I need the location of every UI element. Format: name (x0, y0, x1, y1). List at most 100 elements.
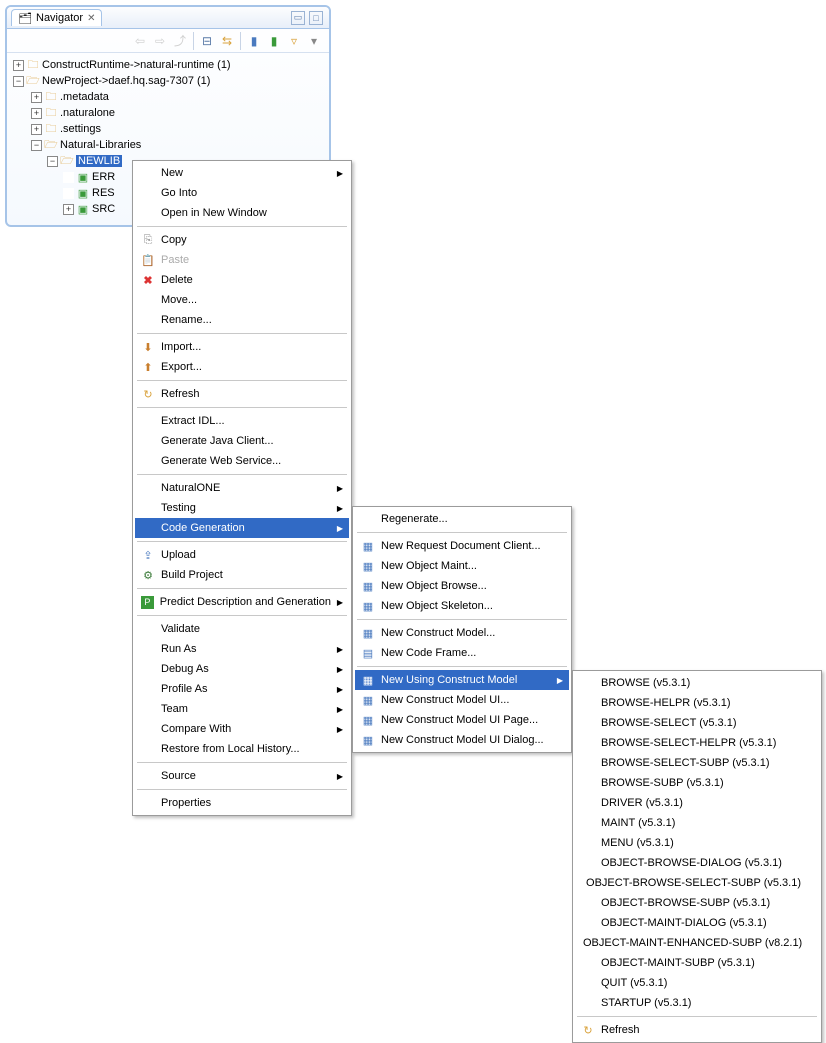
menu-regenerate[interactable]: Regenerate... (355, 509, 569, 529)
collapse-all-icon[interactable]: ⊟ (198, 32, 216, 50)
menu-model-option[interactable]: BROWSE-HELPR (v5.3.1) (575, 693, 819, 713)
menu-import[interactable]: ⬇Import... (135, 337, 349, 357)
menu-model-option[interactable]: OBJECT-MAINT-SUBP (v5.3.1) (575, 953, 819, 973)
menu-copy[interactable]: ⎘Copy (135, 230, 349, 250)
menu-new-construct-ui-page[interactable]: ▦New Construct Model UI Page... (355, 710, 569, 730)
close-icon[interactable]: ✕ (87, 13, 95, 24)
navigator-tab[interactable]: 🗂 Navigator ✕ (11, 9, 102, 26)
menu-export[interactable]: ⬆Export... (135, 357, 349, 377)
tree-item[interactable]: + 🗀 .naturalone (13, 105, 323, 121)
menu-profile-as[interactable]: Profile As (135, 679, 349, 699)
menu-new[interactable]: New (135, 163, 349, 183)
menu-model-option[interactable]: OBJECT-BROWSE-SUBP (v5.3.1) (575, 893, 819, 913)
menu-model-option[interactable]: BROWSE-SELECT-SUBP (v5.3.1) (575, 753, 819, 773)
collapse-icon[interactable]: − (13, 76, 24, 87)
blank (63, 188, 74, 199)
menu-build[interactable]: ⚙Build Project (135, 565, 349, 585)
model-icon: ▦ (359, 732, 377, 748)
forward-icon[interactable]: ⇨ (151, 32, 169, 50)
menu-debug-as[interactable]: Debug As (135, 659, 349, 679)
collapse-icon[interactable]: − (31, 140, 42, 151)
menu-model-option[interactable]: DRIVER (v5.3.1) (575, 793, 819, 813)
export-icon: ⬆ (139, 359, 157, 375)
menu-new-obj-skeleton[interactable]: ▦New Object Skeleton... (355, 596, 569, 616)
menu-rename[interactable]: Rename... (135, 310, 349, 330)
menu-testing[interactable]: Testing (135, 498, 349, 518)
menu-naturalone[interactable]: NaturalONE (135, 478, 349, 498)
expand-icon[interactable]: + (63, 204, 74, 215)
menu-restore[interactable]: Restore from Local History... (135, 739, 349, 759)
menu-model-option[interactable]: BROWSE-SELECT-HELPR (v5.3.1) (575, 733, 819, 753)
menu-new-obj-maint[interactable]: ▦New Object Maint... (355, 556, 569, 576)
menu-model-option[interactable]: OBJECT-MAINT-DIALOG (v5.3.1) (575, 913, 819, 933)
menu-model-option[interactable]: OBJECT-BROWSE-SELECT-SUBP (v5.3.1) (575, 873, 819, 893)
tree-item[interactable]: + 🗀 ConstructRuntime->natural-runtime (1… (13, 57, 323, 73)
minimize-icon[interactable]: ▭ (291, 11, 305, 25)
tree-label: NewProject->daef.hq.sag-7307 (1) (42, 75, 210, 87)
tree-item[interactable]: + 🗀 .metadata (13, 89, 323, 105)
model-icon: ▦ (359, 538, 377, 554)
menu-predict[interactable]: PPredict Description and Generation (135, 592, 349, 612)
menu-validate[interactable]: Validate (135, 619, 349, 639)
menu-compare[interactable]: Compare With (135, 719, 349, 739)
menu-model-option[interactable]: OBJECT-MAINT-ENHANCED-SUBP (v8.2.1) (575, 933, 819, 953)
menu-model-option[interactable]: MAINT (v5.3.1) (575, 813, 819, 833)
separator (137, 588, 347, 589)
up-icon[interactable]: ⤴ (171, 32, 189, 50)
separator (240, 32, 241, 50)
separator (137, 615, 347, 616)
menu-new-construct-model[interactable]: ▦New Construct Model... (355, 623, 569, 643)
menu-model-option[interactable]: BROWSE (v5.3.1) (575, 673, 819, 693)
menu-new-using-construct[interactable]: ▦New Using Construct Model (355, 670, 569, 690)
refresh-icon: ↻ (139, 386, 157, 402)
menu-open-new-window[interactable]: Open in New Window (135, 203, 349, 223)
expand-icon[interactable]: + (31, 92, 42, 103)
menu-gen-web[interactable]: Generate Web Service... (135, 451, 349, 471)
menu-model-option[interactable]: OBJECT-BROWSE-DIALOG (v5.3.1) (575, 853, 819, 873)
predict-icon: P (139, 594, 156, 610)
menu-delete[interactable]: ✖Delete (135, 270, 349, 290)
copy-icon: ⎘ (139, 232, 157, 248)
menu-refresh[interactable]: ↻Refresh (135, 384, 349, 404)
separator (137, 380, 347, 381)
menu-new-obj-browse[interactable]: ▦New Object Browse... (355, 576, 569, 596)
menu-model-option[interactable]: MENU (v5.3.1) (575, 833, 819, 853)
tree-label: ConstructRuntime->natural-runtime (1) (42, 59, 231, 71)
view-menu-icon[interactable]: ▾ (305, 32, 323, 50)
menu-model-option[interactable]: BROWSE-SUBP (v5.3.1) (575, 773, 819, 793)
menu-new-code-frame[interactable]: ▤New Code Frame... (355, 643, 569, 663)
menu-model-option[interactable]: QUIT (v5.3.1) (575, 973, 819, 993)
link-editor-icon[interactable]: ⇆ (218, 32, 236, 50)
menu-model-option[interactable]: STARTUP (v5.3.1) (575, 993, 819, 1013)
separator (357, 619, 567, 620)
menu-go-into[interactable]: Go Into (135, 183, 349, 203)
menu-refresh[interactable]: ↻Refresh (575, 1020, 819, 1040)
menu-new-construct-ui-dialog[interactable]: ▦New Construct Model UI Dialog... (355, 730, 569, 750)
menu-new-request-doc[interactable]: ▦New Request Document Client... (355, 536, 569, 556)
back-icon[interactable]: ⇦ (131, 32, 149, 50)
menu-gen-java[interactable]: Generate Java Client... (135, 431, 349, 451)
menu-upload[interactable]: ⇪Upload (135, 545, 349, 565)
menu-extract-idl[interactable]: Extract IDL... (135, 411, 349, 431)
expand-icon[interactable]: + (31, 108, 42, 119)
menu-new-construct-ui[interactable]: ▦New Construct Model UI... (355, 690, 569, 710)
maximize-icon[interactable]: □ (309, 11, 323, 25)
tree-label: SRC (92, 203, 115, 215)
menu-code-generation[interactable]: Code Generation (135, 518, 349, 538)
menu-move[interactable]: Move... (135, 290, 349, 310)
collapse-icon[interactable]: − (47, 156, 58, 167)
menu-icon[interactable]: ▿ (285, 32, 303, 50)
menu-model-option[interactable]: BROWSE-SELECT (v5.3.1) (575, 713, 819, 733)
filter-icon[interactable]: ▮ (245, 32, 263, 50)
menu-team[interactable]: Team (135, 699, 349, 719)
tree-item[interactable]: − 🗁 NewProject->daef.hq.sag-7307 (1) (13, 73, 323, 89)
tree-label: Natural-Libraries (60, 139, 141, 151)
tree-item[interactable]: + 🗀 .settings (13, 121, 323, 137)
filter2-icon[interactable]: ▮ (265, 32, 283, 50)
expand-icon[interactable]: + (31, 124, 42, 135)
model-icon: ▦ (359, 625, 377, 641)
menu-run-as[interactable]: Run As (135, 639, 349, 659)
menu-source[interactable]: Source (135, 766, 349, 786)
menu-properties[interactable]: Properties (135, 793, 349, 813)
expand-icon[interactable]: + (13, 60, 24, 71)
